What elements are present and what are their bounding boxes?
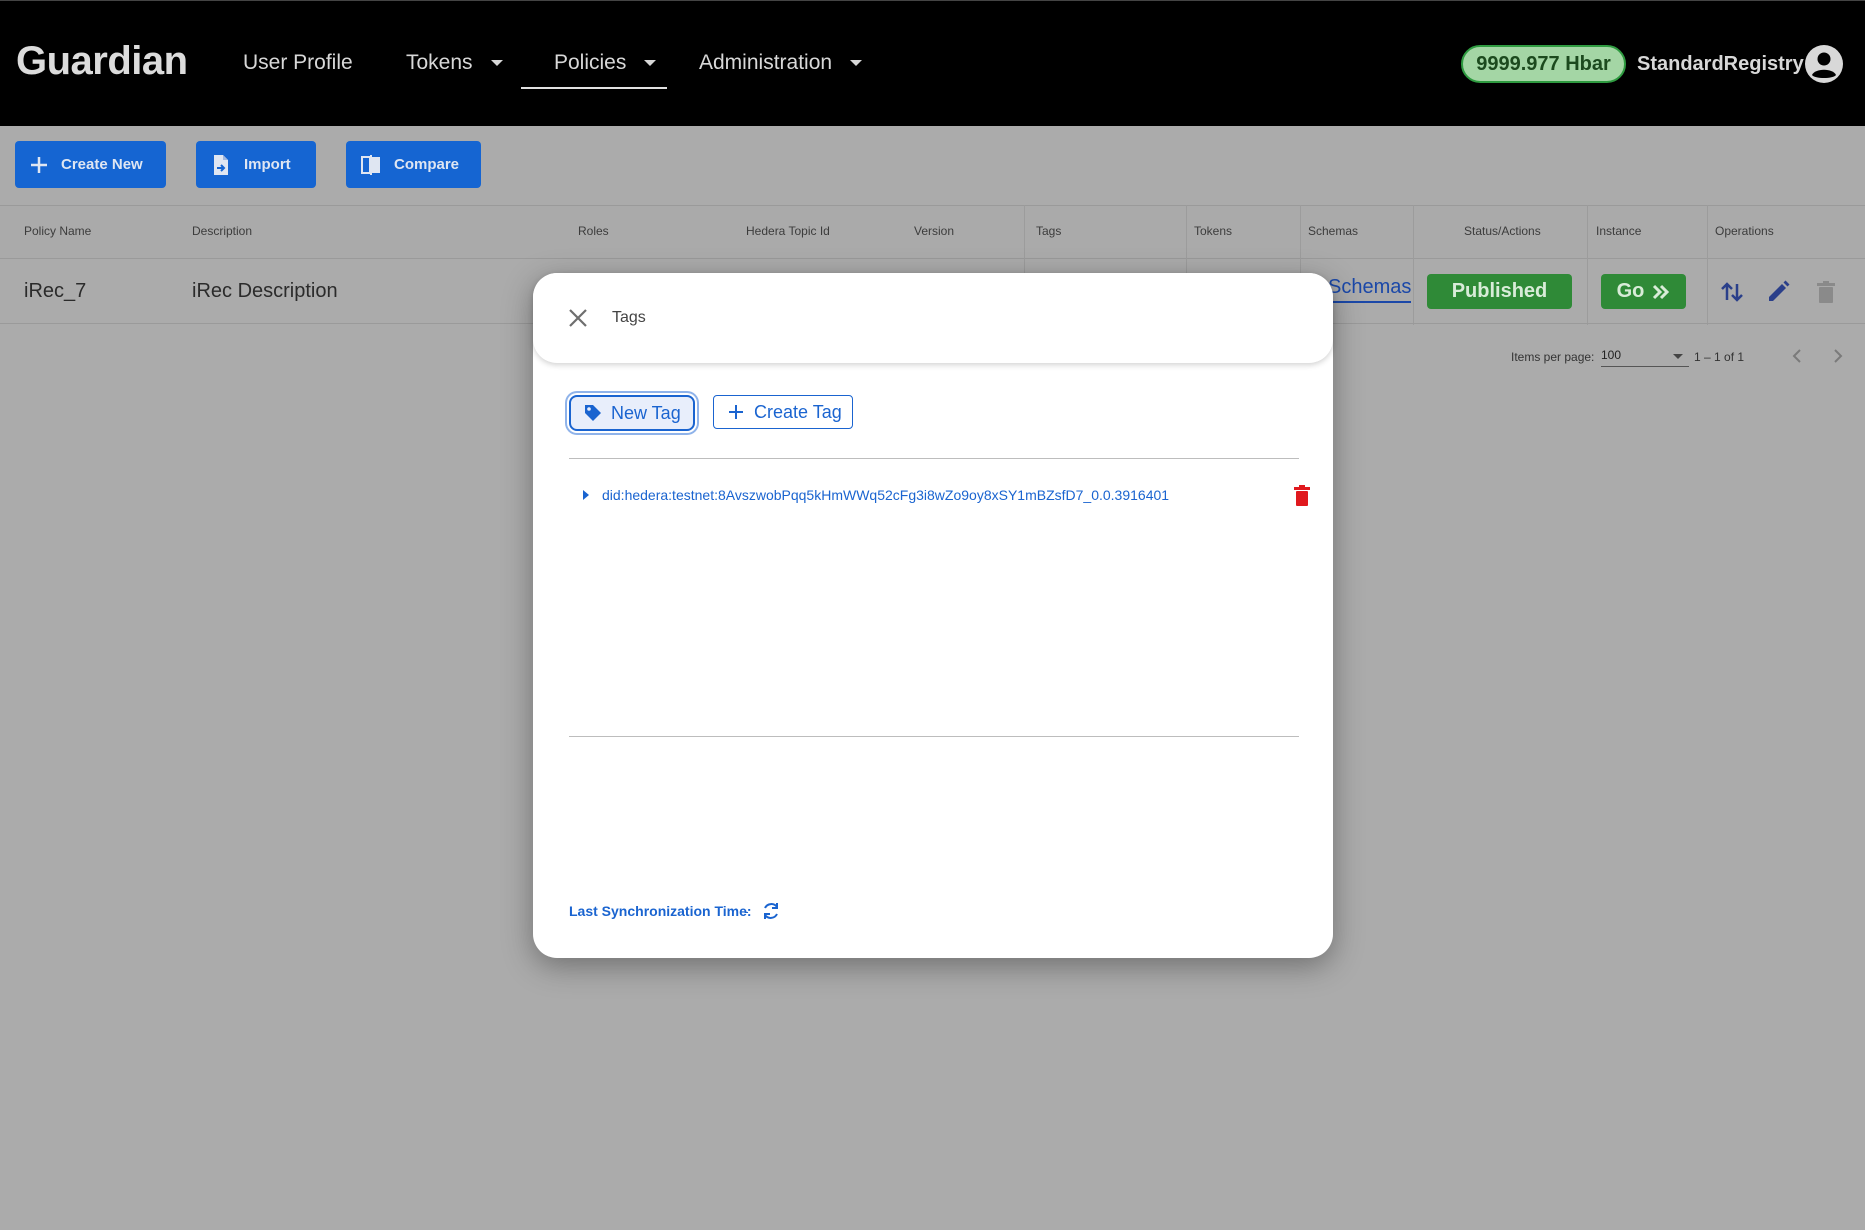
nav-policies-label: Policies xyxy=(554,51,627,74)
nav-tokens[interactable]: Tokens xyxy=(406,51,503,75)
delete-icon[interactable] xyxy=(1812,278,1840,306)
divider xyxy=(569,736,1299,737)
dialog-header: Tags xyxy=(533,273,1333,363)
expand-arrow-icon[interactable] xyxy=(583,490,589,500)
items-per-page-value: 100 xyxy=(1601,348,1622,362)
col-tags[interactable]: Tags xyxy=(1036,224,1061,238)
new-tag-label: New Tag xyxy=(611,402,681,423)
swap-vertical-icon[interactable] xyxy=(1718,278,1746,306)
new-tag-button[interactable]: New Tag xyxy=(569,395,695,431)
balance-badge: 9999.977 Hbar xyxy=(1461,45,1626,83)
username: StandardRegistry xyxy=(1637,53,1804,75)
col-version[interactable]: Version xyxy=(914,224,954,238)
items-per-page-label: Items per page: xyxy=(1511,350,1595,364)
chevron-down-icon xyxy=(644,60,657,66)
tag-icon xyxy=(585,405,601,421)
compare-button[interactable]: Compare xyxy=(346,141,481,188)
col-tokens[interactable]: Tokens xyxy=(1194,224,1232,238)
tags-dialog: Tags New Tag Create Tag did:hedera:testn… xyxy=(533,273,1333,958)
edit-pencil-icon[interactable] xyxy=(1764,278,1792,306)
nav-administration[interactable]: Administration xyxy=(699,51,863,75)
items-per-page-select[interactable]: 100 xyxy=(1601,348,1689,367)
sync-icon[interactable] xyxy=(760,900,782,922)
create-new-button[interactable]: Create New xyxy=(15,141,166,188)
nav-user-profile[interactable]: User Profile xyxy=(243,51,353,75)
next-page-icon[interactable] xyxy=(1828,346,1848,366)
policy-name-cell: iRec_7 xyxy=(24,280,87,302)
page-range-label: 1 – 1 of 1 xyxy=(1694,350,1745,364)
list-item[interactable]: did:hedera:testnet:8AvszwobPqq5kHmWWq52c… xyxy=(569,481,1310,511)
go-label: Go xyxy=(1616,280,1645,302)
schemas-link[interactable]: Schemas xyxy=(1328,276,1412,303)
double-chevron-right-icon xyxy=(1653,284,1670,299)
nav-user-profile-label: User Profile xyxy=(243,51,353,74)
chevron-down-icon xyxy=(490,60,503,66)
create-new-label: Create New xyxy=(61,156,143,173)
nav-administration-label: Administration xyxy=(699,51,833,74)
chevron-down-icon xyxy=(850,60,863,66)
col-hedera-topic-id[interactable]: Hedera Topic Id xyxy=(746,224,830,238)
col-operations[interactable]: Operations xyxy=(1715,224,1774,238)
col-schemas[interactable]: Schemas xyxy=(1308,224,1358,238)
nav-active-indicator xyxy=(521,87,667,89)
delete-icon[interactable] xyxy=(1291,484,1313,508)
import-label: Import xyxy=(244,156,291,173)
file-import-icon xyxy=(214,154,228,175)
previous-page-icon[interactable] xyxy=(1787,346,1807,366)
col-instance[interactable]: Instance xyxy=(1596,224,1641,238)
plus-icon xyxy=(31,156,47,173)
account-circle-icon[interactable] xyxy=(1804,44,1844,84)
import-button[interactable]: Import xyxy=(196,141,316,188)
go-instance-button[interactable]: Go xyxy=(1601,274,1686,309)
col-roles[interactable]: Roles xyxy=(578,224,609,238)
app-header: Guardian User Profile Tokens Policies Ad… xyxy=(0,0,1865,126)
col-description[interactable]: Description xyxy=(192,224,252,238)
status-published-button[interactable]: Published xyxy=(1427,274,1572,309)
col-policy-name[interactable]: Policy Name xyxy=(24,224,91,238)
description-cell: iRec Description xyxy=(192,280,338,302)
app-logo[interactable]: Guardian xyxy=(16,39,188,84)
nav-policies[interactable]: Policies xyxy=(554,51,657,75)
tag-id-text: did:hedera:testnet:8AvszwobPqq5kHmWWq52c… xyxy=(602,487,1170,503)
last-sync-label: Last Synchronization Time: xyxy=(569,903,752,919)
create-tag-button[interactable]: Create Tag xyxy=(713,395,853,429)
chevron-down-icon xyxy=(1673,354,1683,359)
dialog-title: Tags xyxy=(612,309,646,326)
divider xyxy=(569,458,1299,459)
last-sync-value: - xyxy=(744,903,749,919)
close-icon[interactable] xyxy=(567,307,589,329)
col-status-actions[interactable]: Status/Actions xyxy=(1464,224,1541,238)
compare-icon xyxy=(361,154,380,175)
compare-label: Compare xyxy=(394,156,460,173)
create-tag-label: Create Tag xyxy=(754,401,842,422)
plus-icon xyxy=(729,405,743,419)
nav-tokens-label: Tokens xyxy=(406,51,473,74)
policies-table-header: Policy Name Description Roles Hedera Top… xyxy=(0,205,1865,259)
